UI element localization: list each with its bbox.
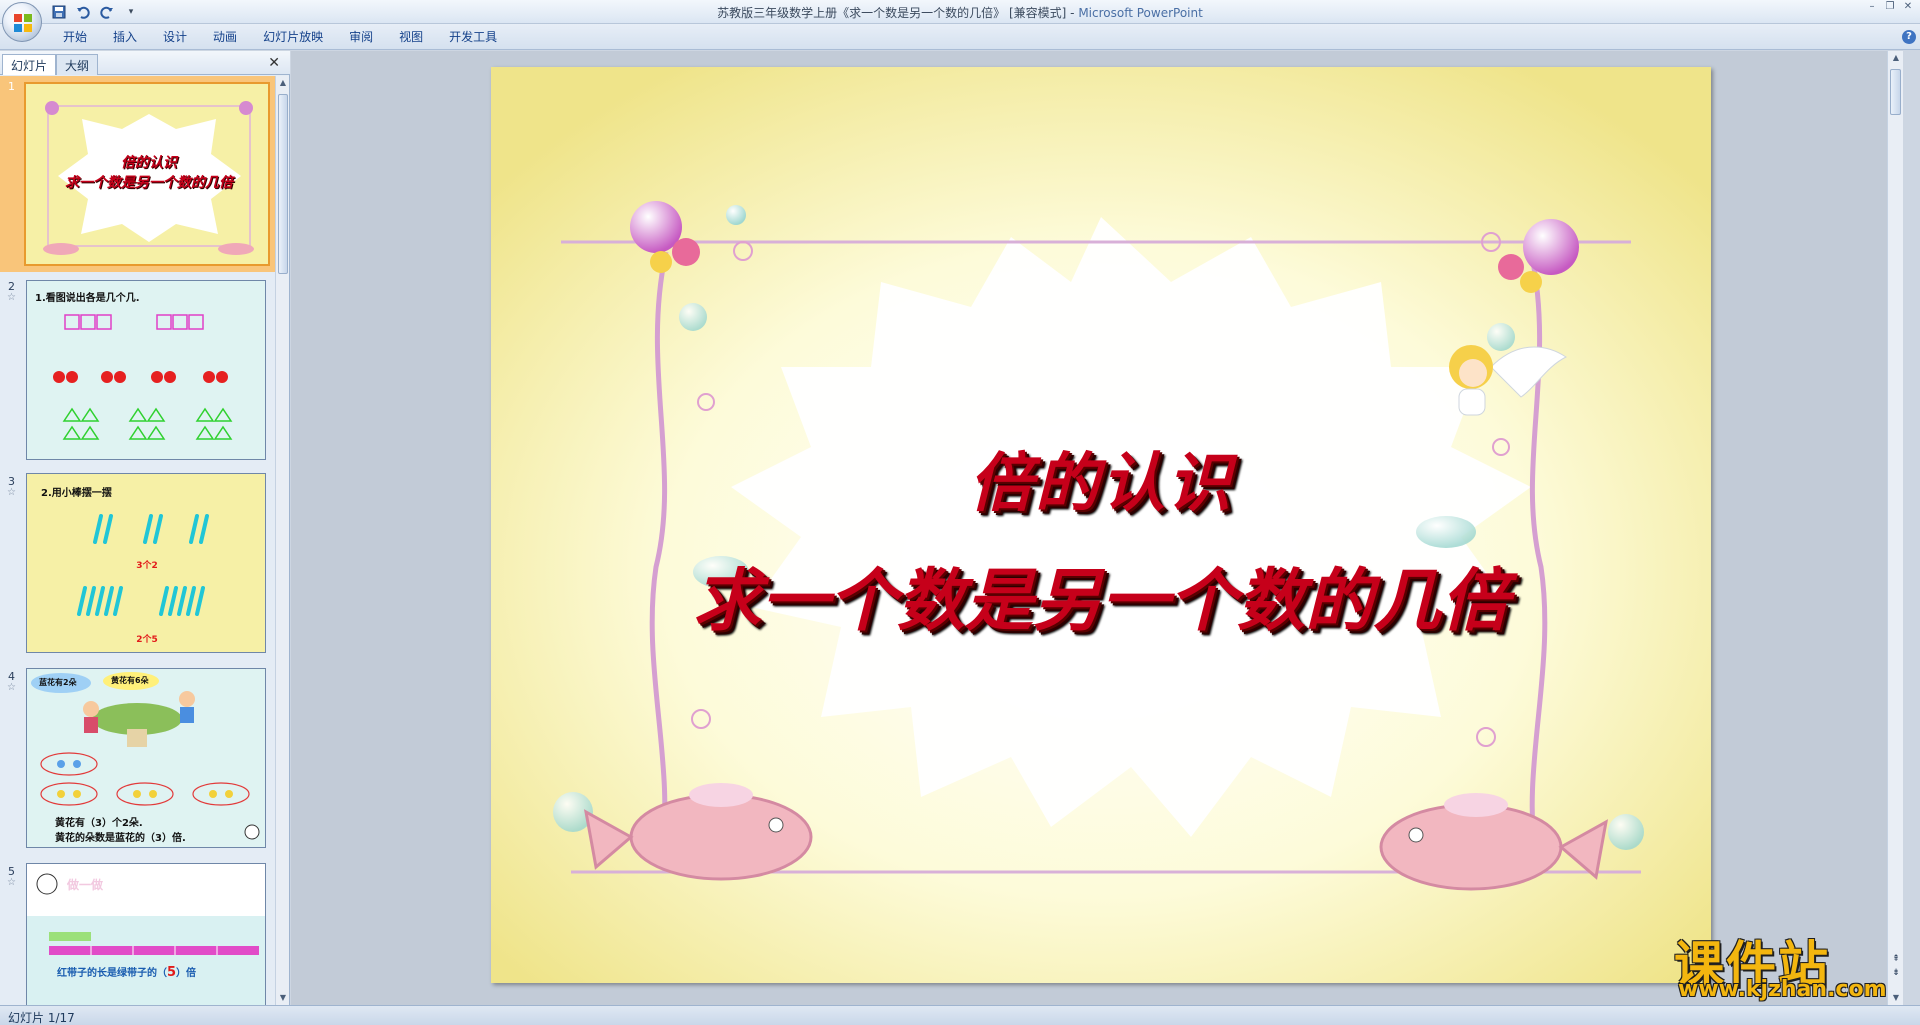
slide-3-label-a: 3个2 xyxy=(136,561,158,571)
slide-background-art xyxy=(491,67,1711,983)
slide-5-line-end: ）倍 xyxy=(176,968,197,979)
minimize-button[interactable]: – xyxy=(1864,2,1880,14)
slide-thumbnail-3[interactable]: 3 ☆ 2.用小棒摆一摆 3个2 2个5 xyxy=(0,471,276,661)
animation-star-icon: ☆ xyxy=(7,682,16,693)
watermark-url: www.kjzhan.com xyxy=(1678,977,1887,1002)
scroll-up-icon[interactable]: ▲ xyxy=(276,76,290,90)
tab-design[interactable]: 设计 xyxy=(150,29,200,47)
slide-editing-area: 倍的认识 求一个数是另一个数的几倍 ▲ ⇞ ⇟ ▼ xyxy=(291,51,1903,1005)
animation-star-icon: ☆ xyxy=(7,877,16,888)
office-logo-icon xyxy=(14,14,32,32)
help-icon[interactable]: ? xyxy=(1902,30,1916,44)
slide-1-title-line1: 倍的认识 xyxy=(121,155,177,171)
tab-slideshow[interactable]: 幻灯片放映 xyxy=(250,29,336,47)
animation-star-icon: ☆ xyxy=(7,292,16,303)
window-title: 苏教版三年级数学上册《求一个数是另一个数的几倍》 [兼容模式] - Micros… xyxy=(0,4,1920,21)
current-slide[interactable]: 倍的认识 求一个数是另一个数的几倍 xyxy=(491,67,1711,983)
slide-title-line2[interactable]: 求一个数是另一个数的几倍 xyxy=(491,545,1711,644)
scroll-up-icon[interactable]: ▲ xyxy=(1888,51,1904,65)
slide-thumbnail-list: 1 倍的认识 求一个数是另一个数的几倍 2 ☆ 1.看图说出各是几个几. 3 ☆… xyxy=(0,76,276,1005)
slide-counter: 幻灯片 1/17 xyxy=(8,1011,75,1025)
slide-3-preview: 2.用小棒摆一摆 3个2 2个5 xyxy=(26,473,266,653)
status-bar: 幻灯片 1/17 xyxy=(0,1005,1920,1025)
slide-thumbnail-1[interactable]: 1 倍的认识 求一个数是另一个数的几倍 xyxy=(0,76,276,272)
tab-view[interactable]: 视图 xyxy=(386,29,436,47)
scroll-down-icon[interactable]: ▼ xyxy=(276,991,290,1005)
slide-4-line1: 黄花有（3）个2朵. xyxy=(55,818,143,829)
scrollbar-thumb[interactable] xyxy=(278,94,288,274)
slide-5-heading: 做一做 xyxy=(67,878,104,892)
tab-review[interactable]: 审阅 xyxy=(336,29,386,47)
slide-4-bubble-a: 蓝花有2朵 xyxy=(39,678,77,687)
app-name: Microsoft PowerPoint xyxy=(1078,6,1203,20)
slide-5-preview: 做一做 红带子的长是绿带子的（5）倍 xyxy=(26,863,266,1005)
tab-home[interactable]: 开始 xyxy=(50,29,100,47)
slide-1-title-line2: 求一个数是另一个数的几倍 xyxy=(65,175,233,191)
tab-developer[interactable]: 开发工具 xyxy=(436,29,510,47)
slide-4-bubble-b: 黄花有6朵 xyxy=(111,676,149,685)
close-button[interactable]: ✕ xyxy=(1900,2,1916,14)
pane-tab-bar: 幻灯片 大纲 ✕ xyxy=(0,51,290,75)
office-button[interactable] xyxy=(2,2,42,42)
scrollbar-thumb[interactable] xyxy=(1890,69,1901,115)
slide-2-preview: 1.看图说出各是几个几. xyxy=(26,280,266,460)
thumbnail-scrollbar[interactable]: ▲ ▼ xyxy=(275,76,289,1005)
slide-5-answer: 5 xyxy=(167,965,177,980)
window-controls: – ❐ ✕ xyxy=(1864,2,1916,14)
slide-5-line: 红带子的长是绿带子的（5）倍 xyxy=(57,964,196,980)
slides-pane: 幻灯片 大纲 ✕ 1 倍的认识 求一个数是另一个数的几倍 2 ☆ 1.看图说出各… xyxy=(0,51,290,1005)
animation-star-icon: ☆ xyxy=(7,487,16,498)
restore-button[interactable]: ❐ xyxy=(1882,2,1898,14)
pane-close-icon[interactable]: ✕ xyxy=(268,55,280,71)
slide-title-line1[interactable]: 倍的认识 xyxy=(491,432,1711,524)
slide-5-line-text: 红带子的长是绿带子的（ xyxy=(57,968,167,979)
slide-number: 1 xyxy=(8,80,15,93)
slide-thumbnail-5[interactable]: 5 ☆ 做一做 红带子的长是绿带子的（5）倍 xyxy=(0,861,276,1005)
site-watermark: 课件站 www.kjzhan.com xyxy=(1668,925,1904,1003)
slide-4-preview: 蓝花有2朵 黄花有6朵 黄花有（3）个2朵. 黄花的朵数是蓝花的（3）倍. xyxy=(26,668,266,848)
slide-thumbnail-4[interactable]: 4 ☆ 蓝花有2朵 黄花有6朵 黄花有（3）个2朵. 黄花的朵数是蓝花的（3）倍… xyxy=(0,666,276,856)
slide-scrollbar[interactable]: ▲ ⇞ ⇟ ▼ xyxy=(1887,51,1903,1005)
slide-1-preview: 倍的认识 求一个数是另一个数的几倍 xyxy=(24,82,270,266)
tab-slides[interactable]: 幻灯片 xyxy=(2,54,57,75)
slide-3-label-b: 2个5 xyxy=(136,635,158,645)
tab-outline[interactable]: 大纲 xyxy=(56,54,99,75)
slide-4-line2: 黄花的朵数是蓝花的（3）倍. xyxy=(55,833,186,844)
tab-insert[interactable]: 插入 xyxy=(100,29,150,47)
title-bar: ▾ 苏教版三年级数学上册《求一个数是另一个数的几倍》 [兼容模式] - Micr… xyxy=(0,0,1920,24)
ribbon-tab-bar: 开始 插入 设计 动画 幻灯片放映 审阅 视图 开发工具 ? xyxy=(0,24,1920,50)
tab-animations[interactable]: 动画 xyxy=(200,29,250,47)
slide-thumbnail-2[interactable]: 2 ☆ 1.看图说出各是几个几. xyxy=(0,276,276,466)
document-title: 苏教版三年级数学上册《求一个数是另一个数的几倍》 [兼容模式] - xyxy=(717,6,1079,20)
